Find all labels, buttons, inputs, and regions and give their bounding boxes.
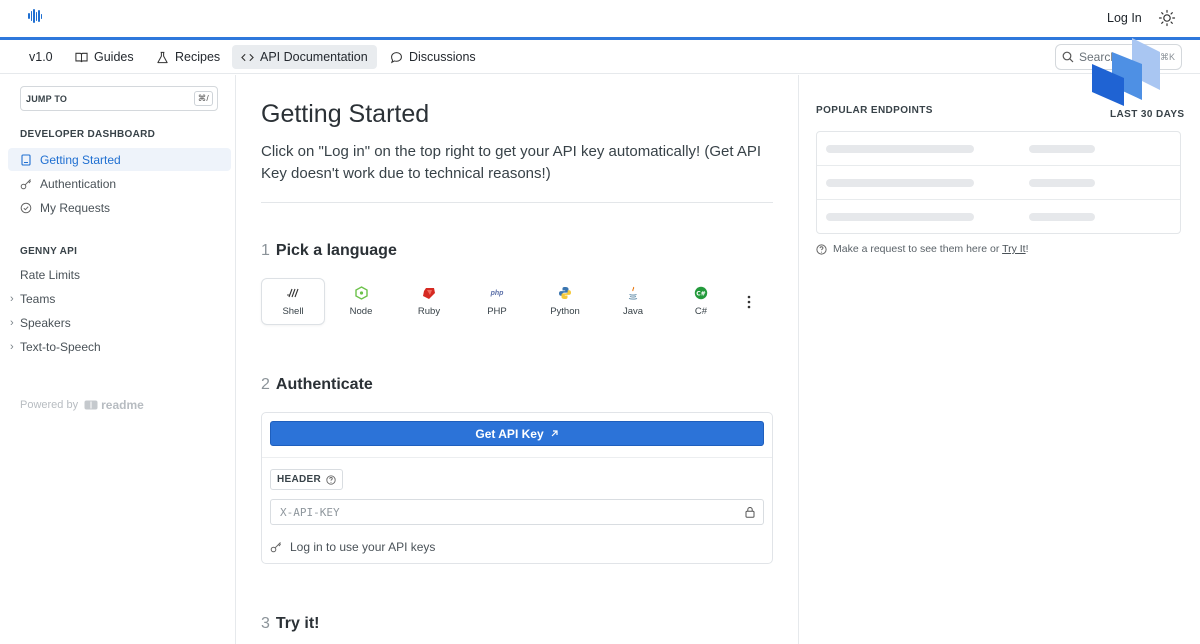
- book-icon: [75, 52, 88, 62]
- popular-endpoints-hint: Make a request to see them here or Try I…: [816, 243, 1029, 255]
- sidebar-item-teams[interactable]: › Teams: [10, 292, 55, 306]
- sun-icon[interactable]: [1158, 9, 1176, 27]
- intro-text: Click on "Log in" on the top right to ge…: [261, 143, 762, 182]
- version-selector[interactable]: v1.0: [20, 45, 62, 69]
- sidebar-item-rate-limits[interactable]: Rate Limits: [20, 268, 80, 282]
- key-icon: [20, 178, 32, 189]
- section-title-developer-dashboard: DEVELOPER DASHBOARD: [20, 129, 156, 140]
- sidebar-item-authentication[interactable]: Authentication: [8, 172, 231, 195]
- check-circle-icon: [20, 202, 32, 213]
- tab-recipes[interactable]: Recipes: [147, 45, 229, 69]
- language-csharp[interactable]: C# C#: [669, 278, 733, 325]
- get-api-key-button[interactable]: Get API Key: [270, 421, 764, 446]
- chevron-right-icon: ›: [10, 317, 14, 329]
- help-circle-icon[interactable]: [326, 474, 336, 485]
- php-icon: php: [490, 289, 504, 297]
- brand-logo-icon[interactable]: [28, 8, 42, 24]
- svg-text:C#: C#: [696, 290, 705, 297]
- login-hint: Log in to use your API keys: [270, 540, 435, 554]
- table-row: [817, 132, 1180, 166]
- tab-discussions[interactable]: Discussions: [381, 45, 485, 69]
- table-row: [817, 166, 1180, 200]
- language-shell[interactable]: Shell: [261, 278, 325, 325]
- language-php[interactable]: php PHP: [465, 278, 529, 325]
- sidebar-item-speakers[interactable]: › Speakers: [10, 316, 71, 330]
- tab-guides[interactable]: Guides: [66, 45, 143, 69]
- skeleton-bar: [826, 213, 974, 221]
- csharp-icon: C#: [694, 286, 708, 300]
- nav-bar: v1.0 Guides Recipes API Documentation Di…: [0, 40, 1200, 74]
- language-ruby[interactable]: Ruby: [397, 278, 461, 325]
- popular-endpoints-table: [816, 131, 1181, 234]
- right-panel: POPULAR ENDPOINTS LAST 30 DAYS Make a re…: [799, 75, 1200, 644]
- sidebar: JUMP TO ⌘/ DEVELOPER DASHBOARD Getting S…: [0, 75, 236, 644]
- help-circle-icon: [816, 243, 827, 255]
- readme-logo-icon: [84, 400, 98, 410]
- java-icon: [626, 286, 640, 300]
- top-bar: Log In: [0, 0, 1200, 37]
- code-icon: [241, 53, 254, 61]
- sidebar-item-my-requests[interactable]: My Requests: [8, 196, 231, 219]
- chat-bubble-icon: [390, 51, 402, 63]
- sidebar-item-getting-started[interactable]: Getting Started: [8, 148, 231, 171]
- search-icon: [1062, 51, 1074, 63]
- search-shortcut: ⌘K: [1159, 51, 1175, 62]
- skeleton-bar: [1029, 145, 1095, 153]
- sidebar-item-text-to-speech[interactable]: › Text-to-Speech: [10, 340, 101, 354]
- auth-panel: Get API Key HEADER X-API-KEY Log in to u…: [261, 412, 773, 564]
- lock-icon: [745, 506, 755, 518]
- language-python[interactable]: Python: [533, 278, 597, 325]
- skeleton-bar: [1029, 213, 1095, 221]
- header-tag: HEADER: [270, 469, 344, 490]
- chevron-right-icon: ›: [10, 293, 14, 305]
- skeleton-bar: [826, 145, 974, 153]
- api-key-field[interactable]: X-API-KEY: [270, 499, 764, 525]
- step-pick-language: 1 Pick a language: [261, 242, 397, 259]
- step-try-it: 3 Try it!: [261, 615, 320, 632]
- jump-shortcut: ⌘/: [193, 91, 213, 106]
- shell-icon: [286, 286, 300, 300]
- language-java[interactable]: Java: [601, 278, 665, 325]
- login-button[interactable]: Log In: [1098, 9, 1151, 27]
- page-icon: [21, 153, 31, 166]
- nodejs-icon: [354, 286, 368, 300]
- table-row: [817, 200, 1180, 234]
- date-range-label[interactable]: LAST 30 DAYS: [1110, 109, 1184, 120]
- key-icon: [270, 542, 282, 553]
- ruby-icon: [422, 286, 436, 300]
- chevron-right-icon: ›: [10, 341, 14, 353]
- jump-to-input[interactable]: JUMP TO ⌘/: [20, 86, 218, 111]
- step-authenticate: 2 Authenticate: [261, 376, 373, 393]
- arrow-up-right-icon: [551, 430, 558, 437]
- page-title: Getting Started: [261, 100, 430, 128]
- popular-endpoints-title: POPULAR ENDPOINTS: [816, 105, 933, 116]
- divider: [262, 457, 772, 458]
- more-options-icon[interactable]: [746, 294, 752, 310]
- main-content: Getting Started Click on "Log in" on the…: [236, 75, 799, 644]
- python-icon: [558, 286, 572, 300]
- powered-by-readme[interactable]: Powered by readme: [20, 398, 144, 412]
- try-it-link[interactable]: Try It: [1002, 243, 1026, 255]
- skeleton-bar: [826, 179, 974, 187]
- divider: [261, 202, 773, 203]
- language-node[interactable]: Node: [329, 278, 393, 325]
- section-title-genny-api: GENNY API: [20, 246, 78, 257]
- skeleton-bar: [1029, 179, 1095, 187]
- tab-api-documentation[interactable]: API Documentation: [232, 45, 377, 69]
- flask-icon: [157, 51, 168, 63]
